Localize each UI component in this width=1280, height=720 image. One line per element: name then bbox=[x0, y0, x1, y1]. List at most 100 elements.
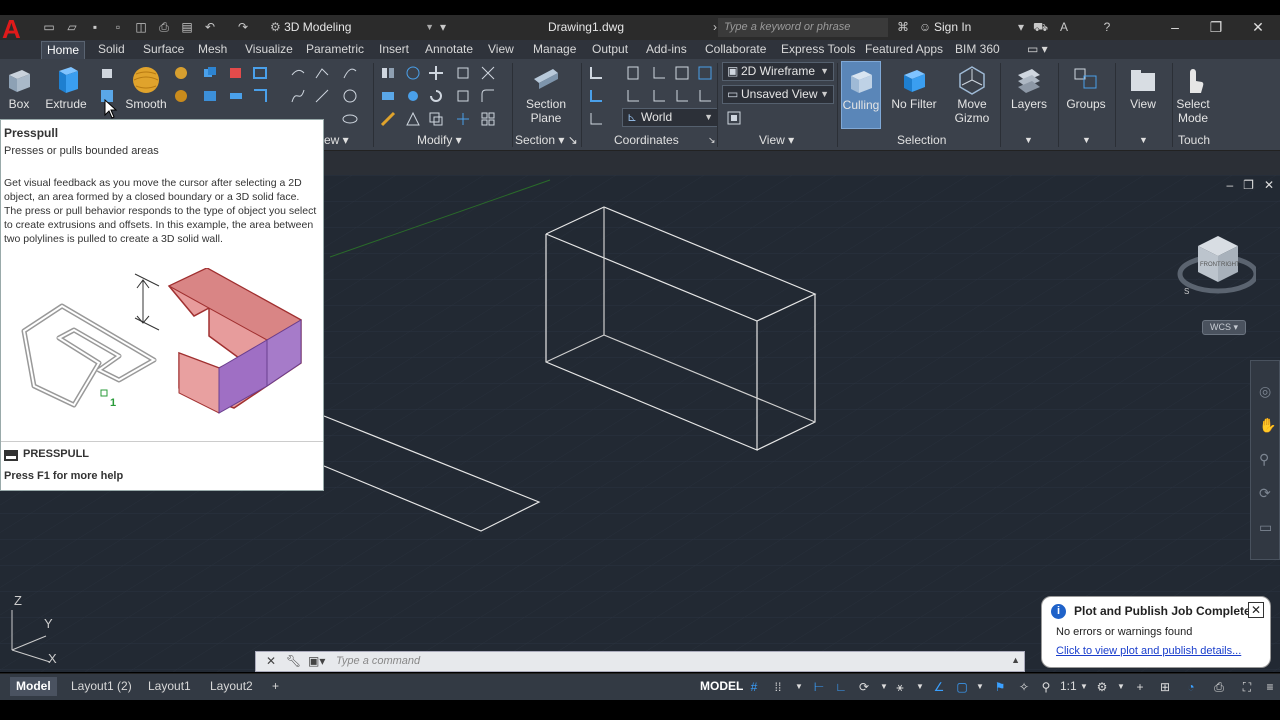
rotate-icon[interactable] bbox=[428, 88, 444, 104]
offset-icon[interactable] bbox=[405, 111, 421, 127]
culling-button[interactable]: Culling bbox=[841, 61, 881, 129]
slice-icon[interactable] bbox=[202, 88, 218, 104]
extract-edges-icon[interactable] bbox=[252, 88, 268, 104]
view-expand-icon[interactable]: ▼ bbox=[1139, 131, 1148, 149]
viewport-maximize-icon[interactable]: ❐ bbox=[1243, 178, 1254, 192]
array-icon[interactable] bbox=[480, 111, 496, 127]
autodesk-a360-icon[interactable]: A bbox=[1057, 20, 1071, 34]
plot-status-icon[interactable]: ⎙ bbox=[1212, 680, 1226, 694]
viewcube[interactable]: FRONT RIGHT S bbox=[1176, 232, 1256, 302]
spline-icon[interactable] bbox=[290, 88, 306, 104]
notification-details-link[interactable]: Click to view plot and publish details..… bbox=[1056, 645, 1241, 657]
arc-icon[interactable] bbox=[342, 65, 358, 81]
ucs-dropdown[interactable]: ⊾ World ▼ bbox=[622, 108, 718, 127]
no-filter-button[interactable]: No Filter bbox=[888, 61, 940, 129]
cart-icon[interactable]: ⛟ bbox=[1033, 20, 1048, 34]
ucs-origin-icon[interactable] bbox=[651, 65, 667, 81]
tab-home[interactable]: Home bbox=[41, 41, 86, 59]
plot-icon[interactable]: ⎙ bbox=[157, 20, 171, 34]
chevron-down-icon[interactable]: ▼ bbox=[973, 680, 987, 694]
chevron-down-icon[interactable]: ▾ bbox=[1014, 20, 1028, 34]
select-mode-button[interactable]: Select Mode bbox=[1168, 61, 1218, 129]
snap-mode-icon[interactable]: ⁞⁞ bbox=[771, 680, 785, 694]
layout-tab-model[interactable]: Model bbox=[10, 677, 57, 696]
tab-add-ins[interactable]: Add-ins bbox=[641, 41, 692, 59]
grid-display-icon[interactable]: # bbox=[747, 680, 761, 694]
clean-screen-icon[interactable]: ⛶ bbox=[1240, 680, 1254, 694]
add-layout-button[interactable]: + bbox=[266, 677, 285, 696]
wcs-menu[interactable]: WCS ▾ bbox=[1202, 320, 1246, 335]
mesh-refine-icon[interactable] bbox=[173, 88, 189, 104]
undo-icon[interactable]: ↶ bbox=[203, 20, 217, 34]
close-button[interactable]: ✕ bbox=[1238, 15, 1278, 40]
ucs-icon[interactable] bbox=[588, 65, 604, 81]
layout-tab-layout1[interactable]: Layout1 bbox=[142, 677, 197, 696]
workspace-switching-icon[interactable]: ⚙ bbox=[1095, 680, 1109, 694]
erase-icon[interactable] bbox=[380, 111, 396, 127]
ucs-z-icon[interactable] bbox=[674, 88, 690, 104]
help-icon[interactable]: ? bbox=[1100, 20, 1114, 34]
hardware-acceleration-icon[interactable]: ◔ bbox=[1184, 680, 1198, 694]
group-title-section[interactable]: Section ▾ ↘ bbox=[515, 131, 578, 149]
group-title-coordinates[interactable]: Coordinates bbox=[614, 131, 679, 149]
trim-icon[interactable] bbox=[480, 65, 496, 81]
circle-icon[interactable] bbox=[342, 88, 358, 104]
tab-manage[interactable]: Manage bbox=[528, 41, 581, 59]
viewport-minimize-icon[interactable]: – bbox=[1226, 178, 1233, 192]
line-icon[interactable] bbox=[290, 65, 306, 81]
tab-visualize[interactable]: Visualize bbox=[240, 41, 298, 59]
intersect-icon[interactable] bbox=[252, 65, 268, 81]
notification-close-button[interactable]: ✕ bbox=[1248, 602, 1264, 618]
recent-commands-icon[interactable]: ▣▾ bbox=[308, 654, 325, 668]
polysolid-icon[interactable] bbox=[99, 65, 115, 81]
chevron-down-icon[interactable]: ▼ bbox=[913, 680, 927, 694]
zoom-icon[interactable]: ⚲ bbox=[1259, 451, 1269, 468]
ucs-x-icon[interactable] bbox=[674, 65, 690, 81]
tab-mesh[interactable]: Mesh bbox=[193, 41, 232, 59]
command-input[interactable]: Type a command bbox=[336, 652, 420, 671]
customize-wrench-icon[interactable]: 🔧︎ bbox=[286, 654, 301, 668]
move-icon[interactable] bbox=[428, 65, 444, 81]
subtract-icon[interactable] bbox=[228, 65, 244, 81]
annotation-scale-icon[interactable]: ⚲ bbox=[1039, 680, 1053, 694]
mesh-sphere-icon[interactable] bbox=[173, 65, 189, 81]
ucs-previous-icon[interactable] bbox=[588, 111, 604, 127]
navigation-bar[interactable]: ◎ ✋ ⚲ ⟳ ▭ bbox=[1250, 360, 1280, 560]
units-icon[interactable]: ⊞ bbox=[1158, 680, 1172, 694]
object-snap-tracking-icon[interactable]: ∠ bbox=[932, 680, 946, 694]
command-line[interactable]: ✕ 🔧︎ ▣▾ Type a command ▲ bbox=[255, 651, 1025, 672]
chevron-down-icon[interactable]: ▼ bbox=[792, 680, 806, 694]
ellipse-icon[interactable] bbox=[342, 111, 358, 127]
group-title-view[interactable]: View ▾ bbox=[759, 131, 794, 149]
union-icon[interactable] bbox=[202, 65, 218, 81]
chevron-down-icon[interactable]: ▼ bbox=[1077, 680, 1091, 694]
binoculars-icon[interactable]: ⌘ bbox=[896, 20, 910, 34]
save-icon[interactable]: ▪ bbox=[88, 20, 102, 34]
explode-icon[interactable] bbox=[455, 111, 471, 127]
3d-rotate-icon[interactable] bbox=[405, 65, 421, 81]
workspace-dropdown[interactable]: ⚙ 3D Modeling ▼ bbox=[266, 18, 448, 37]
named-view-dropdown[interactable]: ▭ Unsaved View ▼ bbox=[722, 85, 834, 104]
restore-button[interactable]: ❐ bbox=[1196, 15, 1236, 40]
close-command-line-icon[interactable]: ✕ bbox=[266, 654, 276, 668]
showmotion-icon[interactable]: ▭ bbox=[1259, 519, 1272, 536]
tab-annotate[interactable]: Annotate bbox=[420, 41, 478, 59]
ucs-world-icon[interactable] bbox=[697, 88, 713, 104]
ucs-view-icon[interactable] bbox=[697, 65, 713, 81]
mirror-icon[interactable] bbox=[380, 65, 396, 81]
groups-button[interactable]: Groups bbox=[1061, 61, 1111, 129]
redo-icon[interactable]: ↷ bbox=[236, 20, 250, 34]
isometric-drafting-icon[interactable]: ⚹ bbox=[893, 680, 907, 694]
tab-bim-360[interactable]: BIM 360 bbox=[950, 41, 1005, 59]
tab-express-tools[interactable]: Express Tools bbox=[776, 41, 860, 59]
tab-collaborate[interactable]: Collaborate bbox=[700, 41, 771, 59]
tab-parametric[interactable]: Parametric bbox=[301, 41, 369, 59]
tab-solid[interactable]: Solid bbox=[93, 41, 130, 59]
copy-icon[interactable] bbox=[428, 111, 444, 127]
annotation-visibility-icon[interactable]: ⚑ bbox=[993, 680, 1007, 694]
polyline-icon[interactable] bbox=[314, 65, 330, 81]
open-file-icon[interactable]: ▱ bbox=[65, 20, 79, 34]
object-snap-icon[interactable]: ▢ bbox=[955, 680, 969, 694]
groups-expand-icon[interactable]: ▼ bbox=[1082, 131, 1091, 149]
3d-mirror-icon[interactable] bbox=[380, 88, 396, 104]
